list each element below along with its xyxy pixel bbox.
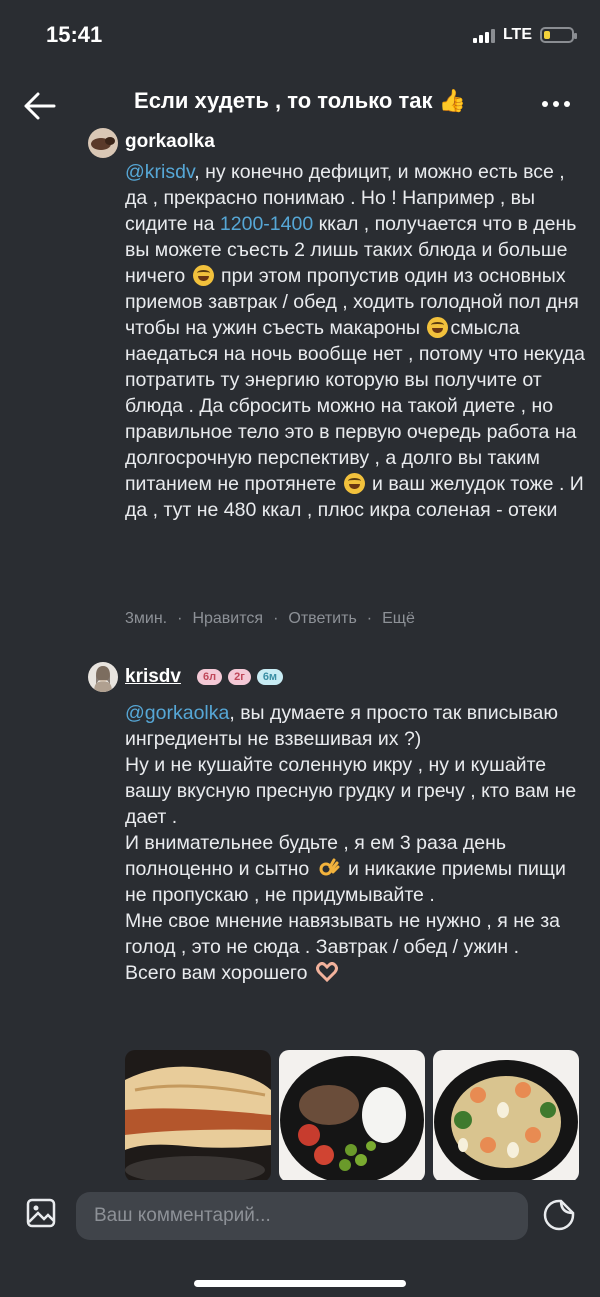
avatar[interactable] bbox=[88, 662, 118, 692]
laughing-emoji-icon bbox=[343, 473, 365, 494]
signal-icon bbox=[472, 27, 495, 43]
calorie-range: 1200-1400 bbox=[219, 213, 314, 235]
attached-photos bbox=[125, 1050, 579, 1182]
avatar[interactable] bbox=[88, 128, 118, 158]
status-bar: 15:41 LTE bbox=[0, 0, 600, 72]
laughing-emoji-icon bbox=[192, 265, 214, 286]
heart-hands-emoji-icon bbox=[315, 962, 338, 982]
mention-link[interactable]: @krisdv bbox=[125, 161, 194, 183]
comment-text: @gorkaolka, вы думаете я просто так впис… bbox=[125, 702, 577, 984]
page-title: Если худеть , то только так 👍 bbox=[134, 88, 466, 113]
user-badges: 6л 2г 6м bbox=[197, 669, 284, 685]
photo-thumbnail[interactable] bbox=[433, 1050, 579, 1182]
more-dots-icon bbox=[542, 101, 548, 107]
more-options-button[interactable] bbox=[542, 92, 574, 116]
more-button[interactable]: Ещё bbox=[382, 610, 415, 628]
comment-username[interactable]: gorkaolka bbox=[125, 131, 215, 153]
header: Если худеть , то только так 👍 bbox=[0, 76, 600, 136]
status-badge: 6м bbox=[256, 669, 284, 685]
status-badge: 6л bbox=[197, 669, 223, 685]
photo-thumbnail[interactable] bbox=[125, 1050, 271, 1182]
like-button[interactable]: Нравится bbox=[192, 610, 263, 628]
home-indicator bbox=[194, 1280, 406, 1287]
status-badge: 2г bbox=[228, 669, 251, 685]
sticker-icon bbox=[543, 1199, 575, 1231]
mention-link[interactable]: @gorkaolka bbox=[125, 702, 229, 724]
status-time: 15:41 bbox=[46, 22, 103, 47]
comment-time: 3мин. bbox=[125, 610, 168, 627]
reply-button[interactable]: Ответить bbox=[288, 610, 356, 628]
image-attach-icon bbox=[26, 1198, 56, 1228]
comment-text: @krisdv, ну конечно дефицит, и можно ест… bbox=[125, 161, 585, 521]
comment-input[interactable] bbox=[76, 1192, 528, 1240]
laughing-emoji-icon bbox=[427, 317, 449, 338]
comment-username[interactable]: krisdv bbox=[125, 666, 181, 688]
sticker-button[interactable] bbox=[542, 1198, 576, 1232]
photo-thumbnail[interactable] bbox=[279, 1050, 425, 1182]
battery-icon bbox=[540, 27, 577, 43]
network-label: LTE bbox=[502, 26, 532, 43]
attach-photo-button[interactable] bbox=[26, 1198, 56, 1228]
ok-hand-emoji-icon bbox=[319, 858, 340, 876]
status-icons: LTE bbox=[472, 26, 577, 44]
comment-meta: 3мин. · Нравится · Ответить · Ещё bbox=[125, 610, 415, 628]
